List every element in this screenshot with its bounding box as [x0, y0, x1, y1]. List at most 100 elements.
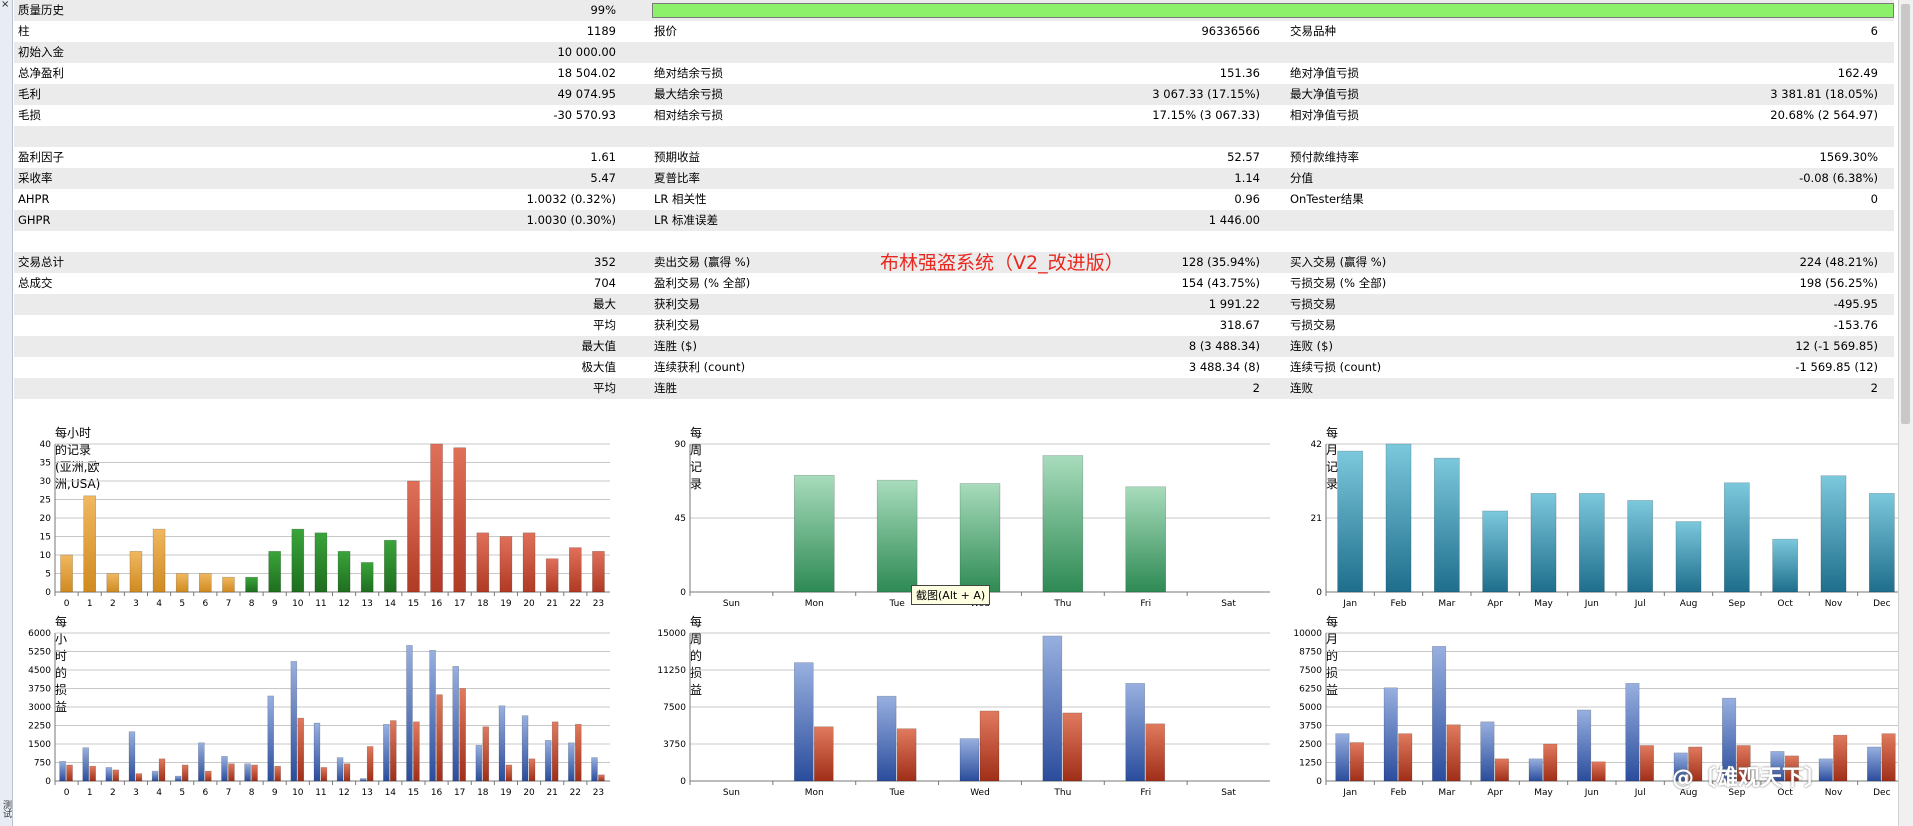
loss-bar	[181, 764, 189, 782]
profit-bar	[313, 722, 321, 782]
x-tick-label: Apr	[1487, 599, 1503, 609]
x-tick-label: Jul	[1634, 788, 1646, 798]
stat-value: 352	[594, 255, 616, 269]
x-tick-label: Feb	[1391, 599, 1407, 609]
stat-label: 最大净值亏损	[1290, 87, 1359, 101]
x-tick-label: 20	[523, 788, 535, 798]
bar	[245, 576, 258, 593]
stat-value: 5.47	[590, 171, 616, 185]
y-tick-label: 7500	[663, 703, 686, 713]
profit-bar	[244, 763, 251, 782]
close-icon[interactable]: ×	[1, 0, 9, 10]
y-tick-label: 21	[1311, 514, 1322, 524]
tester-tab-label[interactable]: 测试	[0, 800, 13, 818]
bar	[499, 536, 513, 593]
profit-bar	[475, 744, 483, 782]
stat-value: -495.95	[1833, 297, 1878, 311]
loss-bar	[135, 773, 143, 782]
x-tick-label: Nov	[1825, 788, 1843, 798]
stats-row: 总净盈利 18 504.02 绝对结余亏损 151.36 绝对净值亏损 162.49	[14, 63, 1894, 84]
profit-bar	[151, 770, 159, 782]
x-tick-label: 5	[179, 788, 185, 798]
y-tick-label: 4500	[28, 666, 51, 676]
x-tick-label: 5	[179, 599, 185, 609]
chart-svg: 05101520253035400 1 2 3 4 5 6 7 8 9 10 11 12 13 14 15 16…	[40, 440, 610, 609]
x-tick-label: 10	[292, 788, 304, 798]
loss-bar	[158, 758, 166, 782]
x-tick-label: 2	[110, 599, 116, 609]
stat-value: 极大值	[581, 360, 617, 374]
y-tick-label: 3750	[1299, 722, 1322, 732]
y-tick-label: 25	[40, 496, 51, 506]
stats-row: 平均 获利交易 318.67 亏损交易 -153.76	[14, 315, 1894, 336]
stat-value: 0	[1870, 192, 1878, 206]
bar	[876, 479, 918, 593]
stat-label: 买入交易 (赢得 %)	[1290, 255, 1387, 269]
loss-bar	[274, 765, 281, 782]
x-tick-label: 11	[315, 788, 326, 798]
profit-bar	[1042, 635, 1063, 782]
x-tick-label: 20	[523, 599, 535, 609]
x-tick-label: 4	[156, 599, 162, 609]
bar	[1337, 450, 1364, 593]
stat-value: 198 (56.25%)	[1799, 276, 1878, 290]
loss-bar	[1398, 733, 1413, 782]
x-tick-label: 18	[477, 788, 489, 798]
x-tick-label: 8	[249, 599, 255, 609]
y-tick-label: 35	[40, 459, 51, 469]
stats-row: 采收率 5.47 夏普比率 1.14 分值 -0.08 (6.38%)	[14, 168, 1894, 189]
loss-bar	[1145, 723, 1166, 782]
stat-label: AHPR	[18, 192, 50, 206]
x-tick-label: Jul	[1634, 599, 1646, 609]
stat-value: 2	[1870, 381, 1878, 395]
bar	[1433, 457, 1460, 593]
x-tick-label: Tue	[888, 788, 905, 798]
stats-row: 极大值 连续获利 (count) 3 488.34 (8) 连续亏损 (count) -…	[14, 357, 1894, 378]
x-tick-label: 0	[64, 788, 70, 798]
stat-label: 交易总计	[18, 255, 64, 269]
x-tick-label: Mar	[1438, 788, 1455, 798]
profit-bar	[198, 742, 205, 782]
x-tick-label: Jan	[1342, 788, 1357, 798]
bar	[592, 551, 605, 593]
x-tick-label: Mon	[805, 788, 824, 798]
x-tick-label: 21	[546, 788, 557, 798]
y-tick-label: 45	[675, 514, 686, 524]
x-tick-label: 8	[249, 788, 255, 798]
loss-bar	[1833, 734, 1848, 782]
x-tick-label: 23	[593, 599, 604, 609]
stat-value: 96336566	[1201, 24, 1260, 38]
profit-bar	[359, 778, 367, 782]
stat-value: 99%	[590, 3, 616, 17]
bar	[522, 532, 536, 593]
y-tick-label: 750	[34, 759, 51, 769]
stat-label: 交易品种	[1290, 24, 1336, 38]
stat-label: 毛利	[18, 87, 41, 101]
stats-table: 质量历史 99% 柱 1189 报价 96336566 交易品种 6 初始入金 10 000.00…	[14, 0, 1894, 420]
vertical-scrollbar[interactable]	[1898, 0, 1913, 826]
profit-bar	[1125, 683, 1146, 782]
chart-svg: 0 21 42 Jan Feb Mar Apr May Jun Jul Aug Sep Oct Nov De…	[1311, 440, 1906, 609]
stat-label: 连败 ($)	[1290, 339, 1333, 353]
profit-bar	[383, 723, 390, 782]
stat-label: 连胜	[654, 381, 677, 395]
stat-value: -1 569.85 (12)	[1795, 360, 1878, 374]
stat-label: 盈利交易 (% 全部)	[654, 276, 751, 290]
x-tick-label: 7	[226, 599, 232, 609]
stats-row: 平均 连胜 2 连败 2	[14, 378, 1894, 399]
x-tick-label: 9	[272, 599, 278, 609]
x-tick-label: 14	[385, 788, 397, 798]
bar	[152, 528, 166, 593]
loss-bar	[1639, 745, 1654, 782]
bar	[1820, 475, 1847, 593]
scrollbar-thumb[interactable]	[1901, 4, 1910, 424]
x-tick-label: 11	[315, 599, 326, 609]
stats-row: 初始入金 10 000.00	[14, 42, 1894, 63]
profit-bar	[267, 695, 274, 782]
y-tick-label: 0	[1316, 777, 1322, 787]
stat-value: 3 067.33 (17.15%)	[1152, 87, 1260, 101]
bar	[83, 495, 96, 593]
loss-bar	[482, 726, 490, 782]
profit-bar	[128, 731, 136, 782]
loss-bar	[390, 720, 397, 782]
